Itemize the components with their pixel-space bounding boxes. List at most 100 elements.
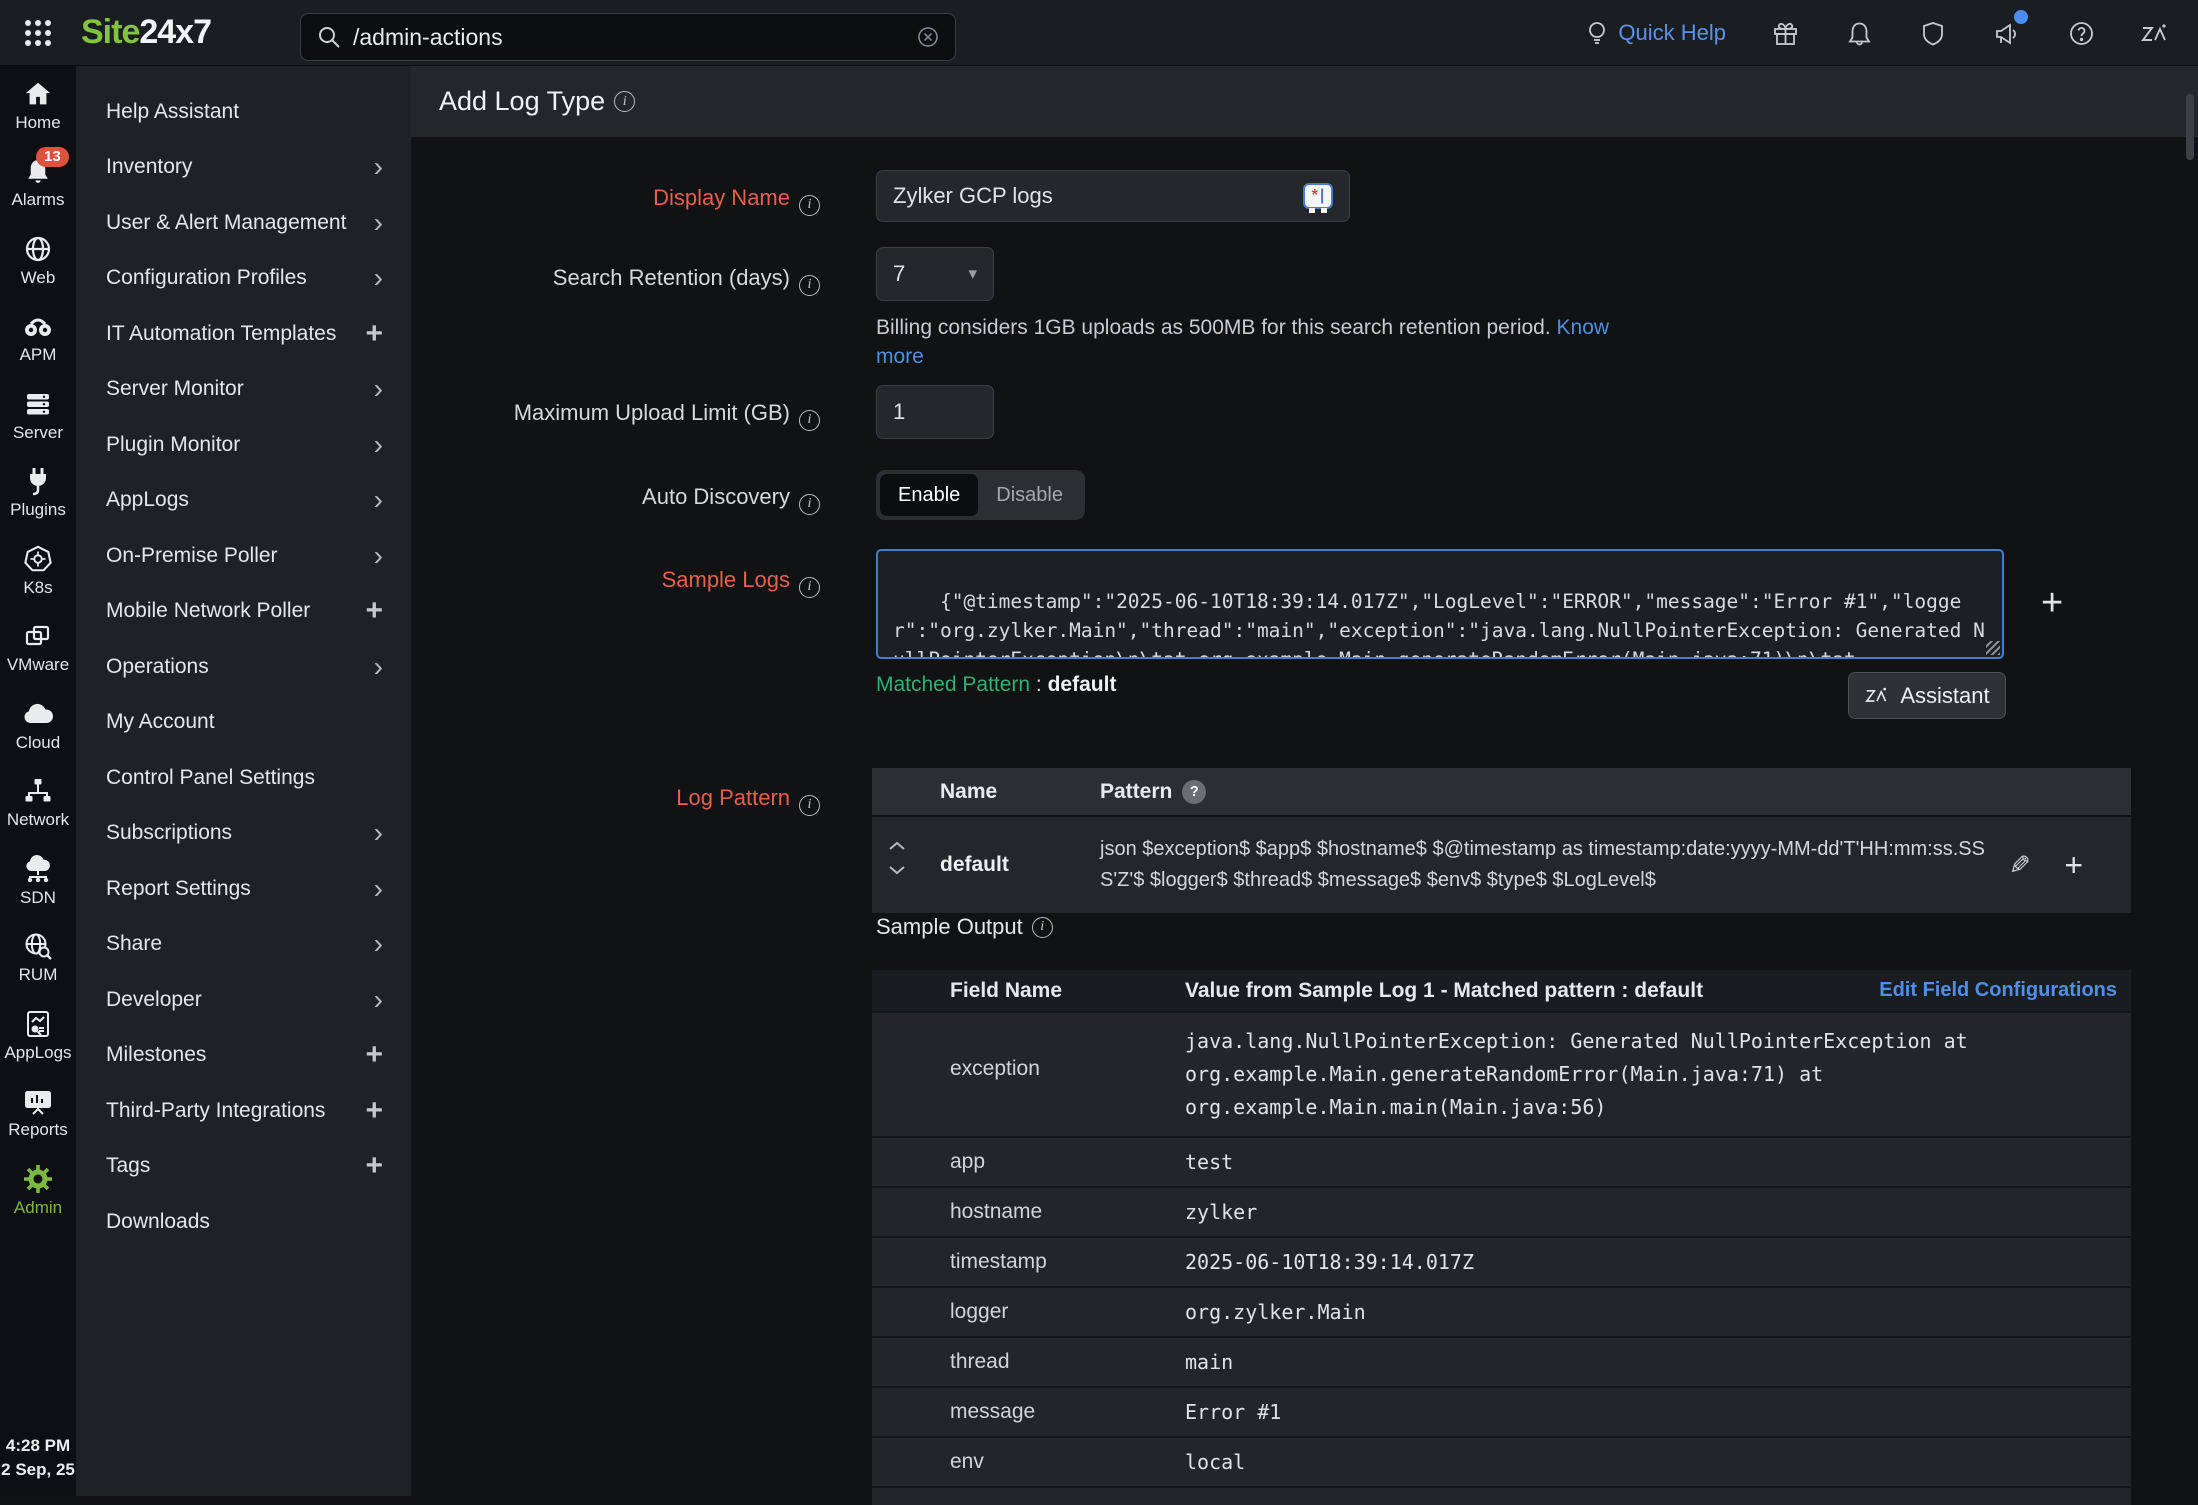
search-retention-value: 7 (893, 261, 905, 287)
sidebar-item-tags[interactable]: Tags (76, 1139, 411, 1195)
chevron-right-icon (374, 984, 383, 1016)
rail-item-admin[interactable]: Admin (0, 1151, 76, 1229)
column-pattern: Pattern (1100, 780, 1172, 804)
rail-item-vmware[interactable]: VMware (0, 609, 76, 687)
rail-item-applogs[interactable]: AppLogs (0, 996, 76, 1074)
sidebar-item-configuration-profiles[interactable]: Configuration Profiles (76, 251, 411, 307)
resize-handle[interactable] (1986, 641, 2000, 655)
add-sample-log-button[interactable]: + (2041, 588, 2063, 618)
rail-clock: 4:28 PM 2 Sep, 25 (0, 1434, 76, 1482)
vertical-scrollbar[interactable] (2186, 94, 2194, 160)
quick-help-button[interactable]: Quick Help (1584, 20, 1726, 46)
reports-presentation-icon (23, 1084, 53, 1118)
sidebar-item-mobile-network-poller[interactable]: Mobile Network Poller (76, 584, 411, 640)
sidebar-item-user-alert-management[interactable]: User & Alert Management (76, 195, 411, 251)
table-row: exception java.lang.NullPointerException… (872, 1011, 2131, 1136)
shield-icon[interactable] (1918, 18, 1948, 48)
clock-date: 2 Sep, 25 (0, 1458, 76, 1482)
sidebar-item-on-premise-poller[interactable]: On-Premise Poller (76, 528, 411, 584)
chevron-down-icon: ▾ (968, 264, 977, 284)
rail-item-network[interactable]: Network (0, 764, 76, 842)
rail-item-server[interactable]: Server (0, 376, 76, 454)
info-icon[interactable]: i (799, 494, 820, 515)
matched-pattern-value: default (1048, 673, 1117, 696)
info-icon[interactable]: i (799, 577, 820, 598)
plus-icon[interactable] (365, 317, 383, 351)
notifications-bell-icon[interactable] (1844, 18, 1874, 48)
assistant-button[interactable]: Assistant (1848, 672, 2006, 719)
rail-item-sdn[interactable]: SDN (0, 841, 76, 919)
sample-logs-value: {"@timestamp":"2025-06-10T18:39:14.017Z"… (893, 590, 1985, 659)
apps-grid-icon[interactable] (21, 16, 55, 50)
log-pattern-header: Name Pattern ? (872, 768, 2131, 815)
table-row: hostname zylker (872, 1186, 2131, 1236)
sidebar-item-it-automation-templates[interactable]: IT Automation Templates (76, 306, 411, 362)
chevron-right-icon (374, 484, 383, 516)
rum-globe-search-icon (23, 929, 53, 963)
edit-pattern-icon[interactable]: ✎ (2009, 850, 2031, 881)
chevron-right-icon (374, 651, 383, 683)
clear-search-icon[interactable] (917, 26, 939, 48)
column-field-name: Field Name (950, 979, 1185, 1003)
admin-gear-icon (22, 1162, 54, 1196)
plus-icon[interactable] (365, 1149, 383, 1183)
info-icon[interactable]: i (799, 195, 820, 216)
zia-assistant-icon (1864, 684, 1890, 707)
table-row: env local (872, 1436, 2131, 1486)
info-icon[interactable]: i (799, 410, 820, 431)
input-language-icon[interactable]: *| (1303, 183, 1333, 209)
sidebar-item-third-party-integrations[interactable]: Third-Party Integrations (76, 1083, 411, 1139)
rail-item-apm[interactable]: APM (0, 299, 76, 377)
rail-item-home[interactable]: Home (0, 66, 76, 144)
help-circle-icon[interactable] (2066, 18, 2096, 48)
reorder-handle[interactable] (888, 841, 906, 875)
gift-icon[interactable] (1770, 18, 1800, 48)
site24x7-logo[interactable]: Site24x7 (81, 13, 211, 52)
sidebar-item-developer[interactable]: Developer (76, 972, 411, 1028)
plus-icon[interactable] (365, 1094, 383, 1128)
info-icon[interactable]: i (614, 91, 635, 112)
edit-field-configurations-link[interactable]: Edit Field Configurations (1879, 979, 2117, 1002)
sidebar-item-inventory[interactable]: Inventory (76, 140, 411, 196)
pattern-help-icon[interactable]: ? (1182, 780, 1206, 804)
info-icon[interactable]: i (1032, 917, 1053, 938)
max-upload-limit-label: Maximum Upload Limit (GB)i (411, 400, 820, 431)
disable-option[interactable]: Disable (978, 474, 1081, 516)
add-pattern-icon[interactable]: + (2064, 847, 2083, 884)
rail-item-rum[interactable]: RUM (0, 919, 76, 997)
rail-item-cloud[interactable]: Cloud (0, 686, 76, 764)
sidebar-item-milestones[interactable]: Milestones (76, 1028, 411, 1084)
auto-discovery-label: Auto Discoveryi (411, 484, 820, 515)
global-search-input[interactable]: /admin-actions (300, 13, 956, 61)
sidebar-item-server-monitor[interactable]: Server Monitor (76, 362, 411, 418)
rail-item-web[interactable]: Web (0, 221, 76, 299)
sidebar-item-share[interactable]: Share (76, 917, 411, 973)
rail-item-alarms[interactable]: 13 Alarms (0, 144, 76, 222)
sidebar-item-my-account[interactable]: My Account (76, 695, 411, 751)
info-icon[interactable]: i (799, 275, 820, 296)
search-retention-select[interactable]: 7 ▾ (876, 247, 994, 301)
sample-logs-textarea[interactable]: {"@timestamp":"2025-06-10T18:39:14.017Z"… (876, 549, 2004, 659)
enable-option[interactable]: Enable (880, 474, 978, 516)
sidebar-item-plugin-monitor[interactable]: Plugin Monitor (76, 417, 411, 473)
max-upload-limit-input[interactable]: 1 (876, 385, 994, 439)
sidebar-item-report-settings[interactable]: Report Settings (76, 861, 411, 917)
page-title: Add Log Type (439, 86, 605, 117)
zia-assistant-icon[interactable] (2140, 18, 2170, 48)
announcements-megaphone-icon[interactable] (1992, 18, 2022, 48)
display-name-input[interactable]: Zylker GCP logs *| (876, 170, 1350, 222)
sidebar-item-downloads[interactable]: Downloads (76, 1194, 411, 1250)
alarms-bell-icon: 13 (24, 154, 52, 188)
alarms-count-badge: 13 (36, 147, 69, 167)
plus-icon[interactable] (365, 594, 383, 628)
sidebar-item-help-assistant[interactable]: Help Assistant (76, 84, 411, 140)
sidebar-item-control-panel-settings[interactable]: Control Panel Settings (76, 750, 411, 806)
plus-icon[interactable] (365, 1038, 383, 1072)
sidebar-item-applogs[interactable]: AppLogs (76, 473, 411, 529)
info-icon[interactable]: i (799, 795, 820, 816)
sidebar-item-operations[interactable]: Operations (76, 639, 411, 695)
rail-item-reports[interactable]: Reports (0, 1074, 76, 1152)
sidebar-item-subscriptions[interactable]: Subscriptions (76, 806, 411, 862)
rail-item-plugins[interactable]: Plugins (0, 454, 76, 532)
rail-item-k8s[interactable]: K8s (0, 531, 76, 609)
